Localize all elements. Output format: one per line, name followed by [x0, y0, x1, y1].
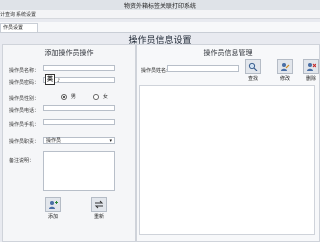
search-name-label: 操作员姓名: — [141, 68, 168, 74]
add-operator-panel: 添加操作员操作 操作员名称： 操作员密码： 英 ♪ 操作员性别： 男 女 操作员… — [2, 44, 136, 242]
role-select[interactable]: 操作员 ▾ — [43, 137, 115, 144]
tab-operator-settings[interactable]: 作员设置 — [0, 23, 38, 32]
name-input[interactable] — [43, 65, 115, 71]
gender-male-radio[interactable]: 男 — [61, 93, 76, 100]
menu-item-query[interactable]: 计查询 — [0, 11, 15, 18]
manage-operator-panel: 操作员信息管理 操作员姓名: 查找 修改 删除 — [136, 44, 320, 242]
mobile-label: 操作员手机： — [9, 122, 40, 128]
reset-button[interactable]: 重新 — [91, 197, 107, 220]
menu-item-system-settings[interactable]: 系统设置 — [16, 11, 36, 18]
reset-button-label: 重新 — [93, 214, 104, 220]
operator-grid[interactable] — [139, 85, 315, 235]
search-icon — [245, 59, 261, 74]
ime-indicator: 英 — [45, 74, 55, 85]
radio-unchecked-icon — [93, 93, 99, 100]
tab-strip: 作员设置 — [0, 22, 320, 33]
gender-female-label: 女 — [102, 94, 108, 100]
gender-label: 操作员性别： — [9, 96, 40, 102]
delete-button[interactable]: 删除 — [303, 59, 319, 82]
gender-male-label: 男 — [70, 94, 76, 100]
edit-user-icon — [277, 59, 293, 74]
role-select-value: 操作员 — [46, 138, 62, 144]
ime-suffix: ♪ — [57, 78, 61, 84]
window-title: 物资外箱标签关联打印系统 — [123, 3, 196, 10]
remark-textarea[interactable] — [43, 151, 115, 191]
remark-label: 备注说明： — [9, 158, 35, 164]
delete-button-label: 删除 — [305, 76, 316, 82]
search-name-input[interactable] — [167, 65, 239, 72]
reset-icon — [91, 197, 107, 212]
mobile-input[interactable] — [43, 119, 115, 125]
add-button-label: 添加 — [47, 214, 58, 220]
edit-button-label: 修改 — [279, 76, 290, 82]
password-label: 操作员密码： — [9, 80, 40, 86]
add-button[interactable]: 添加 — [45, 197, 61, 220]
chevron-down-icon: ▾ — [109, 138, 112, 144]
phone-label: 操作员电话： — [9, 108, 40, 114]
manage-operator-title: 操作员信息管理 — [203, 49, 253, 57]
name-label: 操作员名称： — [9, 68, 40, 74]
radio-checked-icon — [61, 93, 67, 100]
add-operator-title: 添加操作员操作 — [44, 49, 94, 57]
menu-bar: 计查询 系统设置 — [0, 10, 320, 19]
gender-female-radio[interactable]: 女 — [93, 93, 108, 100]
delete-user-icon — [303, 59, 319, 74]
edit-button[interactable]: 修改 — [277, 59, 293, 82]
add-user-icon — [45, 197, 61, 212]
role-label: 操作员职责： — [9, 139, 40, 145]
search-button[interactable]: 查找 — [245, 59, 261, 82]
search-button-label: 查找 — [247, 76, 258, 82]
phone-input[interactable] — [43, 105, 115, 111]
password-field-wrap: 英 ♪ — [43, 74, 115, 85]
